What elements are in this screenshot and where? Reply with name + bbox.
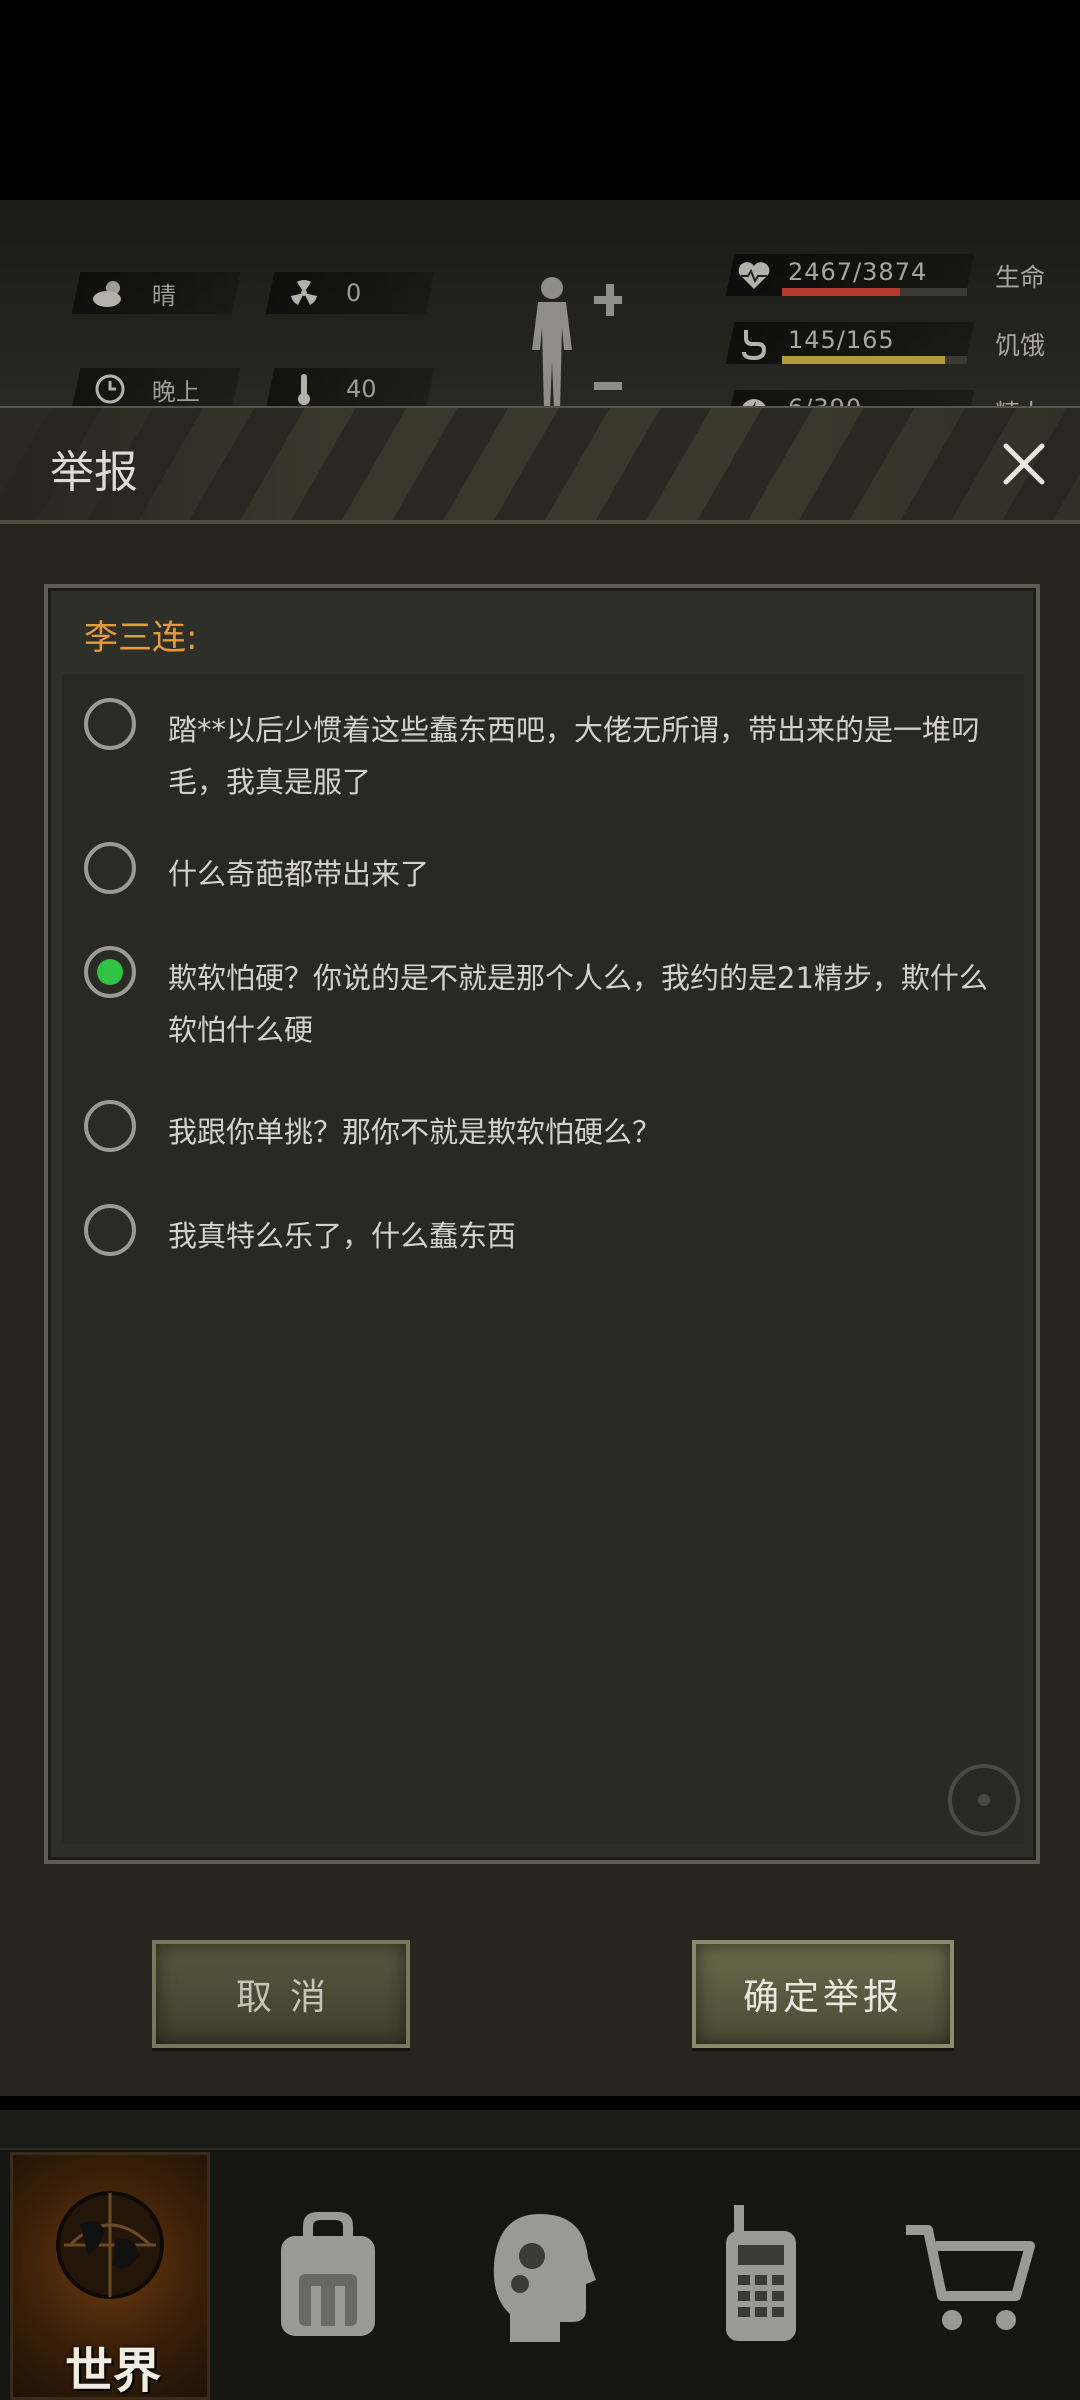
radio-icon xyxy=(726,2205,796,2341)
message-panel: 李三连: 踏**以后少惯着这些蠢东西吧，大佬无所谓，带出来的是一堆叼毛，我真是服… xyxy=(44,584,1040,1864)
health-bar xyxy=(782,288,967,296)
weather-label: 晴 xyxy=(152,281,176,310)
message-text: 什么奇葩都带出来了 xyxy=(168,857,430,891)
nav-shop[interactable] xyxy=(870,2152,1070,2400)
backpack-icon xyxy=(281,2212,375,2336)
human-body-icon xyxy=(532,277,622,410)
close-icon xyxy=(1003,443,1045,485)
health-value: 2467/3874 xyxy=(788,258,928,286)
time-chip: 晚上 xyxy=(71,368,241,410)
dialog-title: 举报 xyxy=(50,447,138,498)
shop-cart-icon xyxy=(906,2225,1035,2330)
status-hud: 晴 0 晚上 40 2467/3874 生命 145/165 饥饿 xyxy=(0,200,1080,432)
confirm-report-button[interactable]: 确定举报 xyxy=(692,1940,954,2048)
radiation-value: 0 xyxy=(346,279,362,307)
temperature-value: 40 xyxy=(346,375,377,403)
radio-button[interactable] xyxy=(84,946,136,998)
cancel-button[interactable]: 取消 xyxy=(152,1940,410,2048)
radiation-icon xyxy=(284,273,324,313)
stomach-icon xyxy=(734,324,774,364)
hunger-label: 饥饿 xyxy=(994,331,1045,360)
radiation-watermark-icon xyxy=(948,1764,1020,1836)
clock-icon xyxy=(90,369,130,409)
world-icon xyxy=(56,2191,164,2299)
hunger-stat: 145/165 饥饿 xyxy=(720,318,1055,368)
close-button[interactable] xyxy=(996,436,1052,492)
health-stat: 2467/3874 生命 xyxy=(720,250,1055,300)
radio-button[interactable] xyxy=(84,842,136,894)
radio-button[interactable] xyxy=(84,1100,136,1152)
hunger-value: 145/165 xyxy=(788,326,895,354)
reported-user-name: 李三连: xyxy=(84,618,198,658)
nav-world-label: 世界 xyxy=(64,2343,161,2399)
health-label: 生命 xyxy=(994,263,1045,292)
cloud-sun-icon xyxy=(90,273,130,313)
thermometer-icon xyxy=(284,369,324,409)
message-text: 我真特么乐了，什么蠢东西 xyxy=(168,1219,517,1253)
nav-skills[interactable] xyxy=(440,2152,640,2400)
radio-button[interactable] xyxy=(84,1204,136,1256)
message-text: 踏**以后少惯着这些蠢东西吧，大佬无所谓，带出来的是一堆叼毛，我真是服了 xyxy=(168,713,981,799)
radio-button[interactable] xyxy=(84,698,136,750)
time-label: 晚上 xyxy=(152,377,200,406)
hunger-bar xyxy=(782,356,967,364)
report-dialog: 举报 李三连: 踏**以后少惯着这些蠢东西吧，大佬无所谓，带出来的是一堆叼毛，我… xyxy=(0,406,1080,2096)
temperature-chip: 40 xyxy=(265,368,435,410)
bottom-navigation: 世界 xyxy=(0,2110,1080,2400)
body-status-button[interactable] xyxy=(522,270,622,420)
nav-world[interactable]: 世界 xyxy=(10,2152,210,2400)
nav-radio[interactable] xyxy=(660,2152,860,2400)
radiation-chip: 0 xyxy=(265,272,435,314)
message-text: 欺软怕硬？你说的是不就是那个人么，我约的是21精步，欺什么软怕什么硬 xyxy=(168,961,988,1047)
skills-head-icon xyxy=(493,2214,596,2342)
heart-pulse-icon xyxy=(734,256,774,296)
nav-backpack[interactable] xyxy=(228,2152,428,2400)
weather-chip: 晴 xyxy=(71,272,241,314)
dialog-header: 举报 xyxy=(0,408,1080,524)
message-list: 踏**以后少惯着这些蠢东西吧，大佬无所谓，带出来的是一堆叼毛，我真是服了 什么奇… xyxy=(62,674,1024,1844)
message-text: 我跟你单挑？那你不就是欺软怕硬么？ xyxy=(168,1115,662,1149)
